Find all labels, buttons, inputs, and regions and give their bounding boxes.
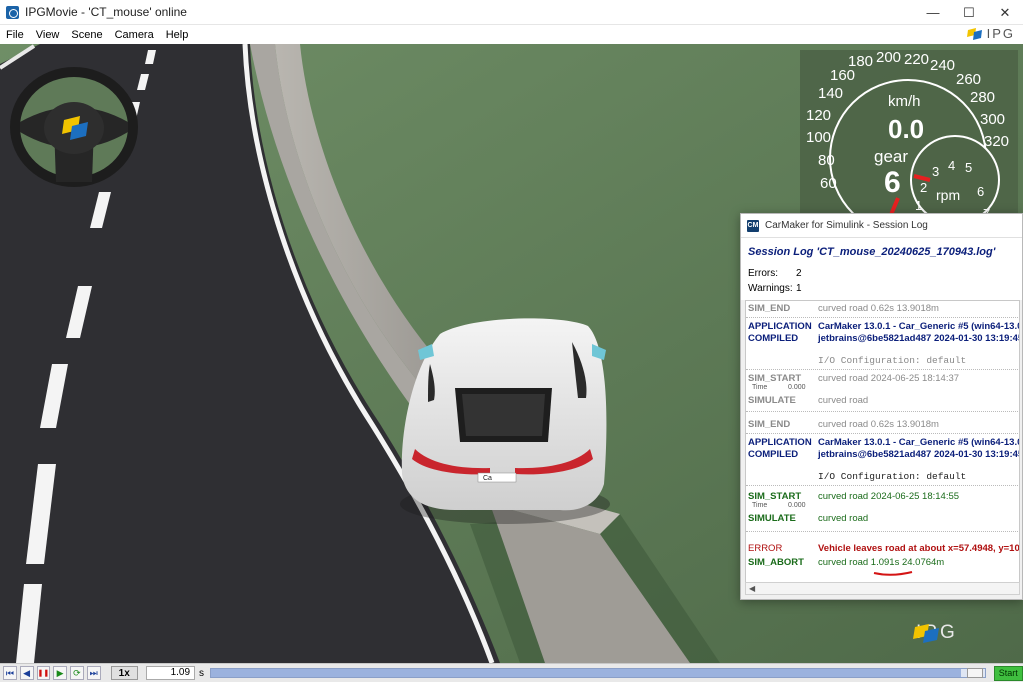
svg-text:320: 320 — [984, 133, 1009, 150]
menu-help[interactable]: Help — [160, 29, 195, 41]
close-button[interactable]: ✕ — [987, 0, 1023, 25]
scroll-left-arrow[interactable]: ◀ — [749, 584, 755, 593]
svg-text:100: 100 — [806, 129, 831, 146]
gear-value: 6 — [884, 166, 901, 199]
svg-text:180: 180 — [848, 53, 873, 70]
warnings-row: Warnings: 1 — [748, 283, 1022, 294]
horizontal-scrollbar[interactable]: ◀ — [745, 582, 1020, 595]
svg-text:5: 5 — [965, 160, 972, 175]
time-field[interactable]: 1.09 — [145, 666, 196, 680]
svg-text:60: 60 — [820, 175, 837, 192]
session-log-list[interactable]: SIM_END curved road 0.62s 13.9018m APPLIC… — [745, 300, 1020, 583]
scene-ipg-logo-icon — [913, 624, 939, 643]
svg-text:300: 300 — [980, 111, 1005, 128]
session-log-title: CarMaker for Simulink - Session Log — [765, 220, 928, 231]
menu-scene[interactable]: Scene — [65, 29, 108, 41]
menu-bar: File View Scene Camera Help IPG — [0, 25, 1023, 44]
license-plate: Ca — [483, 475, 492, 482]
red-underline-annotation — [873, 571, 913, 576]
time-unit: s — [199, 667, 205, 679]
play-backward-icon: ◀ — [23, 667, 31, 678]
ipgmovie-app-icon — [6, 5, 19, 19]
errors-label: Errors: — [748, 268, 778, 279]
speed-unit: km/h — [888, 93, 921, 110]
loop-icon: ⟳ — [73, 667, 81, 678]
timeline-fill — [211, 669, 962, 677]
menu-camera[interactable]: Camera — [109, 29, 160, 41]
window-title: IPGMovie - 'CT_mouse' online — [25, 5, 187, 19]
errors-count: 2 — [796, 268, 802, 279]
playback-speed-button[interactable]: 1x — [110, 666, 138, 680]
skip-end-icon: ⏭ — [89, 667, 98, 678]
svg-text:260: 260 — [956, 71, 981, 88]
play-button[interactable]: ▶ — [53, 666, 67, 680]
svg-text:80: 80 — [818, 152, 835, 169]
session-log-titlebar[interactable]: CM CarMaker for Simulink - Session Log — [741, 214, 1022, 238]
vehicle: Ca — [400, 318, 610, 524]
session-log-header: Session Log 'CT_mouse_20240625_170943.lo… — [741, 238, 1022, 300]
svg-text:1: 1 — [915, 198, 922, 213]
ipg-logo-icon — [966, 27, 982, 40]
menu-file[interactable]: File — [0, 29, 30, 41]
window-controls: — ☐ ✕ — [915, 0, 1023, 25]
loop-button[interactable]: ⟳ — [70, 666, 84, 680]
svg-text:280: 280 — [970, 89, 995, 106]
ipg-logo-text: IPG — [986, 26, 1015, 41]
svg-text:200: 200 — [876, 50, 901, 66]
steering-wheel — [10, 67, 138, 187]
playback-bar: ⏮ ◀ ❚❚ ▶ ⟳ ⏭ 1x 1.09 s Start — [0, 663, 1023, 682]
ipg-logo: IPG — [966, 26, 1015, 41]
svg-text:3: 3 — [932, 164, 939, 179]
session-log-heading: Session Log 'CT_mouse_20240625_170943.lo… — [748, 246, 996, 258]
rpm-label: rpm — [936, 187, 960, 203]
warnings-label: Warnings: — [748, 283, 793, 294]
minimize-button[interactable]: — — [915, 0, 951, 25]
pause-icon: ❚❚ — [37, 670, 50, 677]
skip-to-end-button[interactable]: ⏭ — [86, 666, 101, 680]
skip-to-start-button[interactable]: ⏮ — [3, 666, 17, 680]
session-log-window[interactable]: CM CarMaker for Simulink - Session Log S… — [740, 213, 1023, 600]
skip-start-icon: ⏮ — [5, 667, 14, 678]
svg-text:240: 240 — [930, 57, 955, 74]
errors-row: Errors: 2 — [748, 268, 1022, 279]
play-backward-button[interactable]: ◀ — [19, 666, 34, 680]
menu-view[interactable]: View — [30, 29, 66, 41]
svg-text:6: 6 — [977, 184, 984, 199]
carmaker-icon: CM — [747, 219, 759, 232]
svg-text:120: 120 — [806, 107, 831, 124]
speedometer: 60 80 100 120 140 160 180 200 220 240 26… — [800, 50, 1018, 225]
warnings-count: 1 — [796, 283, 802, 294]
timeline-slider[interactable] — [210, 668, 986, 678]
start-button[interactable]: Start — [993, 665, 1023, 681]
svg-text:2: 2 — [920, 180, 927, 195]
title-bar: IPGMovie - 'CT_mouse' online — ☐ ✕ — [0, 0, 1023, 25]
maximize-button[interactable]: ☐ — [951, 0, 987, 25]
svg-text:4: 4 — [948, 158, 955, 173]
speed-value: 0.0 — [888, 114, 924, 144]
svg-text:220: 220 — [904, 51, 929, 68]
pause-button[interactable]: ❚❚ — [36, 666, 51, 680]
svg-text:140: 140 — [818, 85, 843, 102]
timeline-thumb[interactable] — [966, 668, 983, 678]
gear-label: gear — [874, 147, 908, 166]
play-icon: ▶ — [56, 667, 64, 678]
scene-ipg-logo: IPG — [912, 622, 958, 644]
